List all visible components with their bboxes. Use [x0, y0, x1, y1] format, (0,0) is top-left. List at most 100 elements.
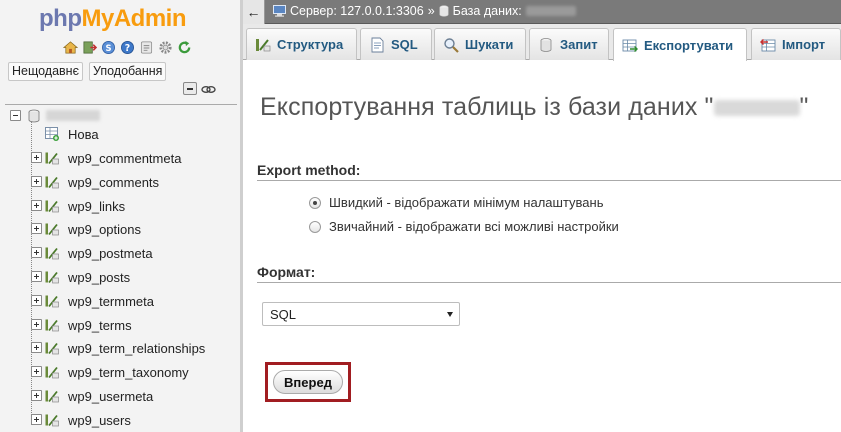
table-name-label[interactable]: wp9_links — [68, 199, 125, 214]
table-name-label[interactable]: wp9_term_taxonomy — [68, 365, 189, 380]
expand-table-button[interactable] — [31, 223, 42, 234]
tab-import[interactable]: Імпорт — [751, 28, 841, 60]
custom-method-radio[interactable] — [309, 220, 321, 233]
table-structure-icon[interactable] — [45, 294, 59, 308]
table-structure-icon[interactable] — [45, 270, 59, 284]
expand-table-button[interactable] — [31, 200, 42, 211]
table-structure-icon[interactable] — [45, 341, 59, 355]
query-window-icon[interactable]: S — [101, 40, 116, 55]
tree-table-item[interactable]: wp9_usermeta — [8, 386, 238, 406]
tab-sql[interactable]: SQL — [360, 28, 432, 60]
table-structure-icon[interactable] — [45, 365, 59, 379]
table-name-label[interactable]: wp9_comments — [68, 175, 159, 190]
navigation-panel: phpMyAdmin S ? Нещодавнє Уподобання Нова… — [0, 0, 240, 432]
quick-method-label[interactable]: Швидкий - відображати мінімум налаштуван… — [329, 195, 604, 210]
tab-search[interactable]: Шукати — [434, 28, 526, 60]
phpmyadmin-logo[interactable]: phpMyAdmin — [39, 5, 186, 33]
tree-table-item[interactable]: wp9_postmeta — [8, 243, 238, 263]
docs-icon[interactable]: ? — [120, 40, 135, 55]
expand-table-button[interactable] — [31, 414, 42, 425]
custom-method-option[interactable]: Звичайний - відображати всі можливі наст… — [309, 219, 619, 234]
page-title-suffix: " — [799, 93, 809, 121]
expand-table-button[interactable] — [31, 366, 42, 377]
collapse-all-button[interactable] — [183, 82, 197, 95]
table-structure-icon[interactable] — [45, 246, 59, 260]
reload-icon[interactable] — [177, 40, 192, 55]
go-button-highlight: Вперед — [265, 362, 351, 402]
table-name-label[interactable]: wp9_posts — [68, 270, 130, 285]
quick-method-option[interactable]: Швидкий - відображати мінімум налаштуван… — [309, 195, 604, 210]
tree-table-item[interactable]: wp9_options — [8, 219, 238, 239]
logout-icon[interactable] — [82, 40, 97, 55]
tree-database-node[interactable] — [8, 108, 238, 124]
database-name-redacted — [713, 100, 800, 117]
svg-text:S: S — [105, 43, 111, 53]
tree-table-item[interactable]: wp9_commentmeta — [8, 148, 238, 168]
database-icon — [28, 109, 40, 123]
table-name-label[interactable]: wp9_postmeta — [68, 246, 153, 261]
tab-structure[interactable]: Структура — [246, 28, 357, 60]
table-structure-icon[interactable] — [45, 175, 59, 189]
tab-structure-label: Структура — [277, 37, 344, 52]
tree-table-item[interactable]: wp9_posts — [8, 267, 238, 287]
expand-table-button[interactable] — [31, 176, 42, 187]
table-name-label[interactable]: wp9_users — [68, 413, 131, 428]
table-name-label[interactable]: wp9_options — [68, 222, 141, 237]
format-select[interactable]: SQL — [262, 302, 460, 326]
settings-icon[interactable] — [158, 40, 173, 55]
breadcrumb-server[interactable]: Сервер: 127.0.0.1:3306 — [290, 4, 424, 18]
tab-import-label: Імпорт — [782, 37, 826, 52]
table-name-label[interactable]: wp9_termmeta — [68, 294, 154, 309]
tree-table-item[interactable]: wp9_comments — [8, 172, 238, 192]
server-icon — [273, 5, 286, 17]
breadcrumb-bar: ← Сервер: 127.0.0.1:3306 » База даних: — [243, 0, 841, 24]
expand-table-button[interactable] — [31, 152, 42, 163]
quick-method-radio[interactable] — [309, 196, 321, 209]
table-name-label[interactable]: wp9_commentmeta — [68, 151, 181, 166]
structure-icon — [256, 38, 271, 51]
tree-table-item[interactable]: wp9_links — [8, 196, 238, 216]
expand-table-button[interactable] — [31, 390, 42, 401]
table-name-label[interactable]: wp9_term_relationships — [68, 341, 205, 356]
svg-text:?: ? — [125, 43, 130, 54]
expand-table-button[interactable] — [31, 247, 42, 258]
tree-table-item[interactable]: wp9_term_taxonomy — [8, 362, 238, 382]
go-button[interactable]: Вперед — [273, 370, 343, 394]
table-structure-icon[interactable] — [45, 318, 59, 332]
home-icon[interactable] — [63, 40, 78, 55]
recent-tables-button[interactable]: Нещодавнє — [8, 62, 83, 81]
toggle-navigation-button[interactable]: ← — [243, 0, 265, 24]
tree-new-table[interactable]: Нова — [8, 124, 238, 144]
table-structure-icon[interactable] — [45, 389, 59, 403]
breadcrumb-separator: » — [427, 4, 435, 18]
tab-export[interactable]: Експортувати — [613, 28, 747, 61]
table-structure-icon[interactable] — [45, 199, 59, 213]
chevron-down-icon — [447, 312, 453, 317]
expand-table-button[interactable] — [31, 271, 42, 282]
link-with-main-icon[interactable] — [201, 83, 216, 94]
tab-query[interactable]: Запит — [529, 28, 609, 60]
favorite-tables-button[interactable]: Уподобання — [88, 62, 167, 81]
table-name-label[interactable]: wp9_usermeta — [68, 389, 153, 404]
breadcrumb: Сервер: 127.0.0.1:3306 » База даних: — [273, 4, 576, 18]
new-table-icon — [45, 127, 59, 141]
tab-bar: Структура SQL Шукати Запит Експортувати … — [243, 24, 841, 61]
table-structure-icon[interactable] — [45, 151, 59, 165]
tree-table-item[interactable]: wp9_termmeta — [8, 291, 238, 311]
table-structure-icon[interactable] — [45, 222, 59, 236]
nav-icon-bar: S ? — [63, 40, 192, 55]
search-icon — [444, 37, 459, 53]
nav-resize-handle[interactable] — [240, 0, 243, 432]
tree-table-item[interactable]: wp9_term_relationships — [8, 338, 238, 358]
table-name-label[interactable]: wp9_terms — [68, 318, 132, 333]
database-docs-icon[interactable] — [139, 40, 154, 55]
expand-table-button[interactable] — [31, 295, 42, 306]
breadcrumb-database[interactable]: База даних: — [453, 4, 522, 18]
expand-table-button[interactable] — [31, 342, 42, 353]
custom-method-label[interactable]: Звичайний - відображати всі можливі наст… — [329, 219, 619, 234]
table-structure-icon[interactable] — [45, 413, 59, 427]
tree-table-item[interactable]: wp9_users — [8, 410, 238, 430]
expand-table-button[interactable] — [31, 319, 42, 330]
collapse-database-button[interactable] — [10, 110, 21, 121]
tree-table-item[interactable]: wp9_terms — [8, 315, 238, 335]
